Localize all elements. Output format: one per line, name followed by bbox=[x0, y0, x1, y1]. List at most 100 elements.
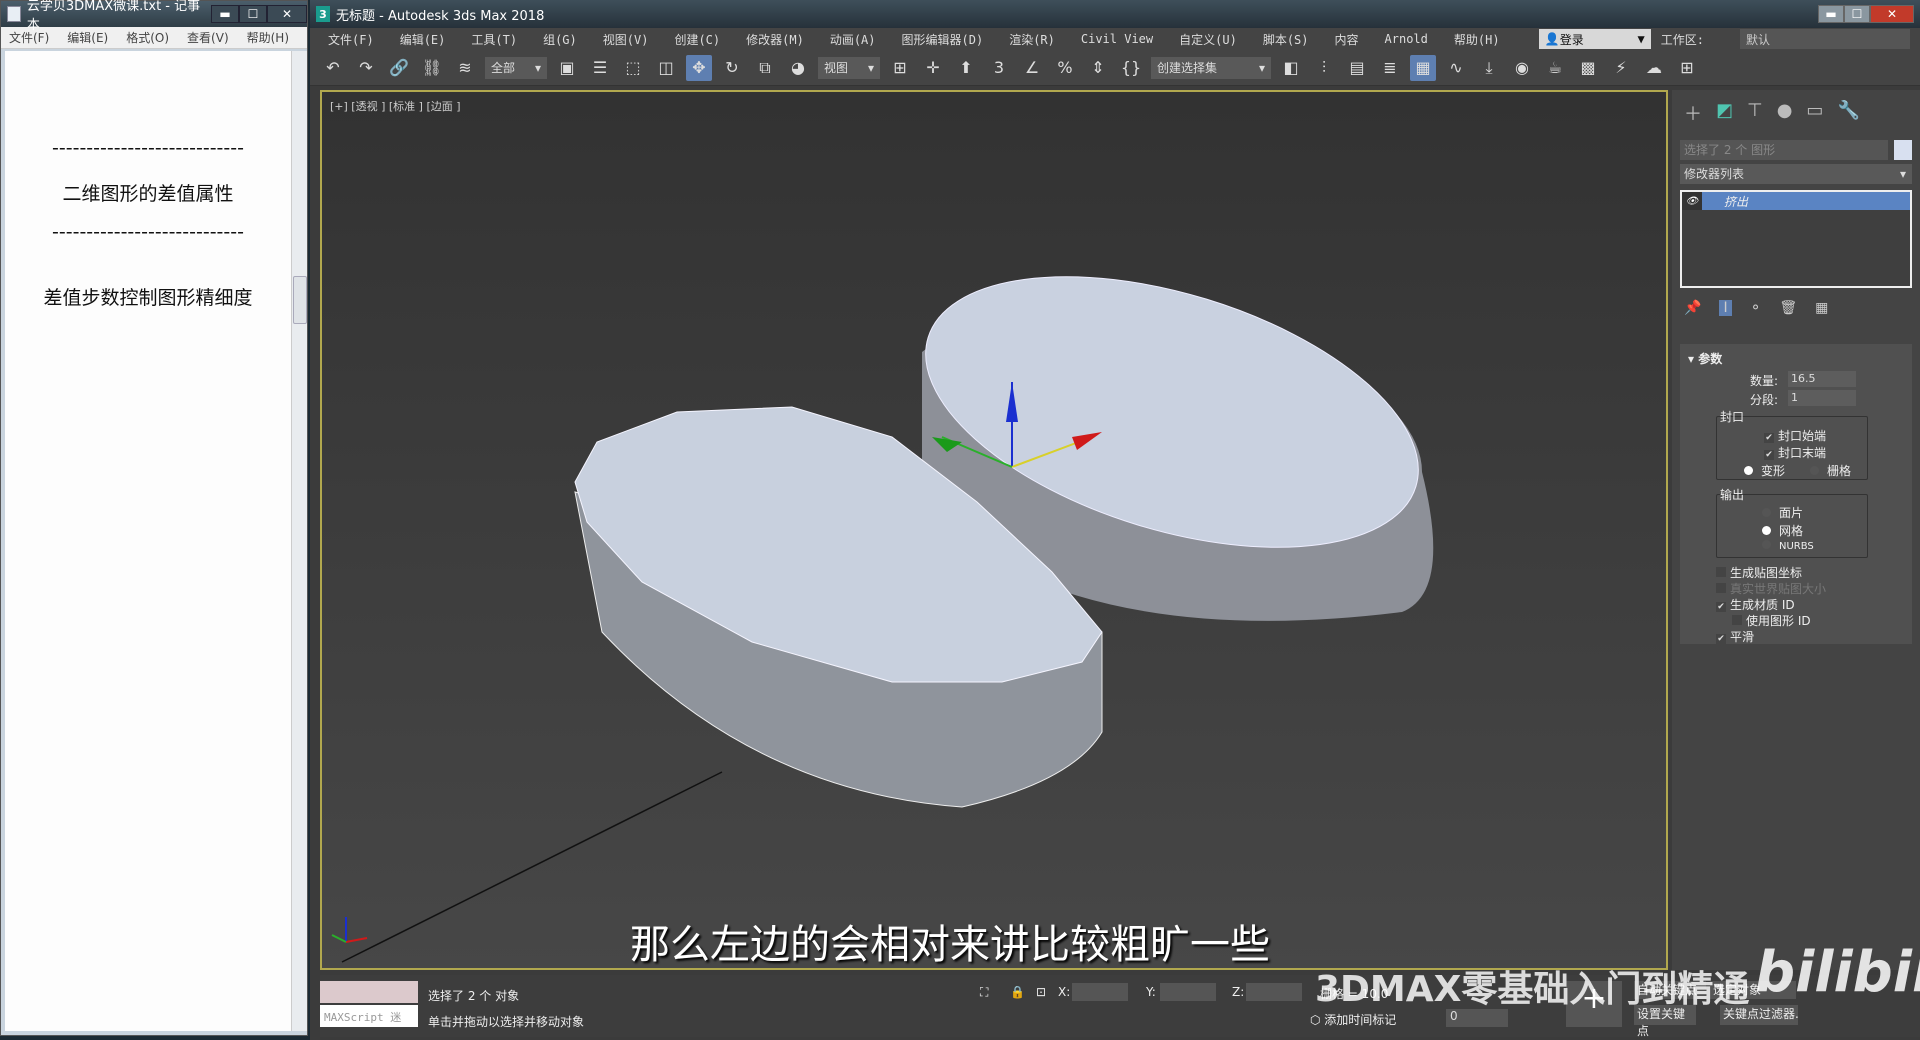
named-selection-dropdown[interactable]: 创建选择集 ▾ bbox=[1151, 56, 1271, 79]
snap-toggle-icon[interactable]: 3 bbox=[986, 55, 1012, 81]
pivot-center-icon[interactable]: ⊞ bbox=[887, 55, 913, 81]
use-shape-id-checkbox[interactable]: 使用图形 ID bbox=[1732, 612, 1811, 629]
segments-spinner[interactable]: 1 bbox=[1788, 390, 1856, 406]
real-world-checkbox[interactable]: 真实世界贴图大小 bbox=[1716, 580, 1826, 597]
angle-snap-icon[interactable]: ∠ bbox=[1019, 55, 1045, 81]
maxscript-mini-listener[interactable]: MAXScript 迷 bbox=[320, 1005, 418, 1027]
cap-start-checkbox[interactable]: ✔ 封口始端 bbox=[1764, 427, 1826, 444]
z-coord-field[interactable] bbox=[1246, 983, 1302, 1001]
bind-spacewarp-icon[interactable]: ≋ bbox=[452, 55, 478, 81]
hierarchy-tab-icon[interactable]: ⊤ bbox=[1747, 100, 1763, 126]
render-setup-icon[interactable]: ☕ bbox=[1542, 55, 1568, 81]
edit-named-sets-icon[interactable]: {} bbox=[1118, 55, 1144, 81]
rendered-frame-icon[interactable]: ▩ bbox=[1575, 55, 1601, 81]
menu-help[interactable]: 帮助(H) bbox=[247, 29, 289, 46]
manipulate-icon[interactable]: ✛ bbox=[920, 55, 946, 81]
menu-item[interactable]: 图形编辑器(D) bbox=[902, 31, 984, 48]
show-end-result-icon[interactable]: Ⅰ bbox=[1719, 300, 1732, 316]
motion-tab-icon[interactable]: ● bbox=[1777, 100, 1793, 126]
menu-item[interactable]: 动画(A) bbox=[830, 31, 876, 48]
notepad-text-area[interactable]: ---------------------------- 二维图形的差值属性 -… bbox=[5, 51, 291, 1031]
menu-item[interactable]: 渲染(R) bbox=[1009, 31, 1055, 48]
viewport-layouts-icon[interactable]: ⊞ bbox=[1674, 55, 1700, 81]
object-name-field[interactable]: 选择了 2 个 图形 bbox=[1680, 140, 1888, 160]
select-object-icon[interactable]: ▣ bbox=[554, 55, 580, 81]
object-color-swatch[interactable] bbox=[1894, 140, 1912, 160]
make-unique-icon[interactable]: ⚬ bbox=[1750, 300, 1762, 316]
selection-filter-dropdown[interactable]: 全部 ▾ bbox=[485, 56, 547, 79]
eye-icon[interactable]: 👁 bbox=[1682, 192, 1702, 210]
modifier-list-dropdown[interactable]: 修改器列表 ▾ bbox=[1680, 164, 1912, 184]
menu-item[interactable]: 内容 bbox=[1335, 31, 1359, 48]
menu-item[interactable]: 编辑(E) bbox=[400, 31, 446, 48]
amount-spinner[interactable]: 16.5 bbox=[1788, 371, 1856, 387]
menu-file[interactable]: 文件(F) bbox=[9, 29, 49, 46]
render-icon[interactable]: ⚡ bbox=[1608, 55, 1634, 81]
link-icon[interactable]: 🔗 bbox=[386, 55, 412, 81]
stack-item-extrude[interactable]: 👁 挤出 bbox=[1682, 192, 1910, 210]
modify-tab-icon[interactable]: ◩ bbox=[1716, 100, 1733, 126]
select-scale-icon[interactable]: ⧉ bbox=[752, 55, 778, 81]
ref-coord-dropdown[interactable]: 视图 ▾ bbox=[818, 56, 880, 79]
mesh-radio[interactable]: 网格 bbox=[1762, 522, 1803, 539]
maxscript-listener-top[interactable] bbox=[320, 981, 418, 1003]
menu-edit[interactable]: 编辑(E) bbox=[67, 29, 108, 46]
maximize-button[interactable]: ☐ bbox=[1844, 5, 1870, 23]
smooth-checkbox[interactable]: ✔ 平滑 bbox=[1716, 628, 1754, 645]
minimize-button[interactable]: ▬ bbox=[211, 5, 239, 23]
render-cloud-icon[interactable]: ☁ bbox=[1641, 55, 1667, 81]
grid-radio[interactable]: 栅格 bbox=[1810, 462, 1851, 479]
close-button[interactable]: ✕ bbox=[1870, 5, 1914, 23]
spinner-snap-icon[interactable]: ⇕ bbox=[1085, 55, 1111, 81]
gen-matid-checkbox[interactable]: ✔ 生成材质 ID bbox=[1716, 596, 1795, 613]
remove-modifier-icon[interactable]: 🗑 bbox=[1779, 300, 1797, 316]
cap-end-checkbox[interactable]: ✔ 封口末端 bbox=[1764, 444, 1826, 461]
select-rotate-icon[interactable]: ↻ bbox=[719, 55, 745, 81]
create-tab-icon[interactable]: ＋ bbox=[1684, 100, 1702, 126]
abs-mode-icon[interactable]: ⊡ bbox=[1036, 985, 1046, 999]
percent-snap-icon[interactable]: % bbox=[1052, 55, 1078, 81]
menu-item[interactable]: 修改器(M) bbox=[746, 31, 804, 48]
menu-item[interactable]: 文件(F) bbox=[328, 31, 374, 48]
redo-icon[interactable]: ↷ bbox=[353, 55, 379, 81]
add-time-tag[interactable]: ⬡ 添加时间标记 bbox=[1310, 1011, 1396, 1028]
mirror-icon[interactable]: ◧ bbox=[1278, 55, 1304, 81]
isolate-icon[interactable]: ⛶ bbox=[980, 985, 988, 1000]
menu-item[interactable]: 视图(V) bbox=[603, 31, 649, 48]
material-editor-icon[interactable]: ◉ bbox=[1509, 55, 1535, 81]
close-button[interactable]: ✕ bbox=[267, 5, 307, 23]
layer-explorer-icon[interactable]: ≣ bbox=[1377, 55, 1403, 81]
menu-item[interactable]: 帮助(H) bbox=[1454, 31, 1500, 48]
utilities-tab-icon[interactable]: 🔧 bbox=[1837, 100, 1859, 126]
menu-item[interactable]: 脚本(S) bbox=[1263, 31, 1309, 48]
patch-radio[interactable]: 面片 bbox=[1762, 504, 1803, 521]
menu-item[interactable]: 工具(T) bbox=[471, 31, 517, 48]
menu-format[interactable]: 格式(O) bbox=[126, 29, 169, 46]
maximize-button[interactable]: ☐ bbox=[239, 5, 267, 23]
schematic-view-icon[interactable]: ⤓ bbox=[1476, 55, 1502, 81]
placement-icon[interactable]: ◕ bbox=[785, 55, 811, 81]
menu-item[interactable]: Civil View bbox=[1081, 32, 1153, 46]
nurbs-radio[interactable]: NURBS bbox=[1762, 540, 1814, 552]
select-move-icon[interactable]: ✥ bbox=[686, 54, 712, 81]
menu-item[interactable]: 组(G) bbox=[543, 31, 577, 48]
morph-radio[interactable]: 变形 bbox=[1744, 462, 1785, 479]
notepad-scrollbar[interactable] bbox=[291, 51, 307, 1031]
perspective-viewport[interactable]: [+] [透视 ] [标准 ] [边面 ] bbox=[320, 90, 1668, 970]
keyboard-shortcut-icon[interactable]: ⬆ bbox=[953, 55, 979, 81]
window-crossing-icon[interactable]: ◫ bbox=[653, 55, 679, 81]
configure-sets-icon[interactable]: ▦ bbox=[1815, 300, 1828, 316]
menu-view[interactable]: 查看(V) bbox=[187, 29, 229, 46]
ribbon-icon[interactable]: ▦ bbox=[1410, 54, 1436, 81]
x-coord-field[interactable] bbox=[1072, 983, 1128, 1001]
unlink-icon[interactable]: ⛓ bbox=[419, 55, 445, 81]
rollout-header[interactable]: ▾ 参数 bbox=[1680, 344, 1912, 373]
scroll-thumb[interactable] bbox=[293, 276, 307, 324]
display-tab-icon[interactable]: ▭ bbox=[1806, 100, 1823, 126]
align-icon[interactable]: ⫶ bbox=[1311, 55, 1337, 81]
select-by-name-icon[interactable]: ☰ bbox=[587, 55, 613, 81]
scene-explorer-icon[interactable]: ▤ bbox=[1344, 55, 1370, 81]
workspace-dropdown[interactable]: 默认 bbox=[1740, 29, 1910, 49]
pin-stack-icon[interactable]: 📌 bbox=[1684, 300, 1701, 316]
y-coord-field[interactable] bbox=[1160, 983, 1216, 1001]
